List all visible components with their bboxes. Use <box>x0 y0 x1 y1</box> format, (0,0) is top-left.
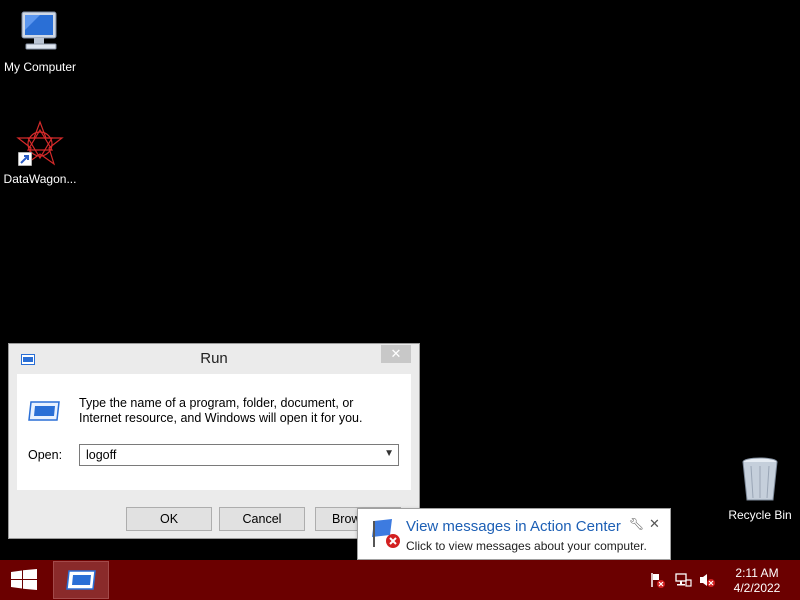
action-center-flag-icon <box>370 517 402 549</box>
ok-button[interactable]: OK <box>126 507 212 531</box>
desktop-icon-label: DataWagon... <box>3 172 77 186</box>
chevron-down-icon[interactable]: ▼ <box>384 448 394 459</box>
title-bar[interactable]: Run ✕ <box>9 344 419 372</box>
open-label-text: Open: <box>28 448 63 462</box>
taskbar: 2:11 AM 4/2/2022 <box>0 560 800 600</box>
datawagon-logo-icon <box>16 120 64 168</box>
action-center-flag-icon[interactable] <box>649 572 667 588</box>
wrench-icon[interactable]: 🔧︎ <box>629 517 644 531</box>
close-icon[interactable]: ✕ <box>649 516 660 532</box>
close-icon: ✕ <box>390 346 402 361</box>
dialog-body: Type the name of a program, folder, docu… <box>17 374 411 490</box>
run-icon <box>66 570 96 590</box>
volume-muted-icon[interactable] <box>698 572 716 588</box>
clock[interactable]: 2:11 AM 4/2/2022 <box>726 566 788 596</box>
dialog-title: Run <box>200 350 228 367</box>
cancel-button[interactable]: Cancel <box>219 507 305 531</box>
notification-message: Click to view messages about your comput… <box>406 539 647 553</box>
start-button[interactable] <box>10 569 38 591</box>
windows-logo-icon <box>11 569 37 590</box>
dialog-description: Type the name of a program, folder, docu… <box>79 396 363 425</box>
taskbar-run-button[interactable] <box>53 561 109 599</box>
open-input[interactable]: logoff <box>86 448 116 462</box>
clock-date: 4/2/2022 <box>733 581 781 595</box>
desktop-icon-label: Recycle Bin <box>728 508 792 522</box>
computer-icon <box>16 8 64 56</box>
desktop-icon-datawagon[interactable]: DataWagon... <box>0 120 82 186</box>
desktop-icon-my-computer[interactable]: My Computer <box>0 8 82 74</box>
run-icon <box>27 400 61 422</box>
desktop-icon-label: My Computer <box>3 60 77 74</box>
network-icon[interactable] <box>674 572 692 588</box>
desktop-icon-recycle-bin[interactable]: Recycle Bin <box>718 456 800 522</box>
open-combobox[interactable]: logoff ▼ <box>79 444 399 466</box>
action-center-notification[interactable]: View messages in Action Center Click to … <box>357 508 671 560</box>
notification-title: View messages in Action Center <box>406 518 621 535</box>
recycle-bin-icon <box>736 456 784 504</box>
open-label: Open: <box>28 448 62 462</box>
close-button[interactable]: ✕ <box>381 345 411 363</box>
clock-time: 2:11 AM <box>735 566 779 580</box>
shortcut-arrow-icon <box>18 152 32 166</box>
